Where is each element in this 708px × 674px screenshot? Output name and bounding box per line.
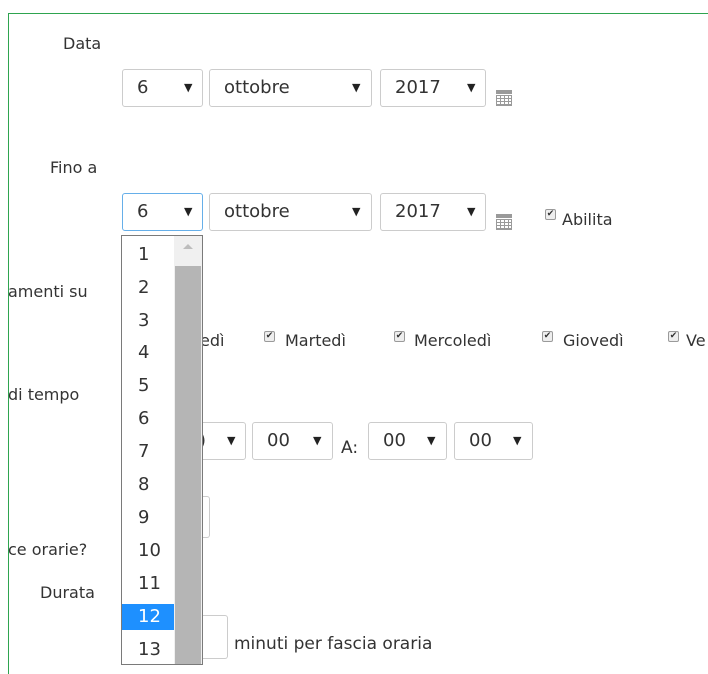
dropdown-option[interactable]: 7 [122, 439, 174, 465]
dropdown-scrollbar[interactable] [174, 236, 202, 664]
durata-label: Durata [40, 583, 95, 602]
to-hour-value: 00 [383, 430, 406, 451]
dropdown-option[interactable]: 11 [122, 571, 174, 597]
dropdown-option[interactable]: 6 [122, 406, 174, 432]
day-martedi-label: Martedì [285, 331, 346, 350]
fino-month-value: ottobre [224, 201, 290, 222]
day-mercoledi-label: Mercoledì [414, 331, 492, 350]
data-label: Data [63, 34, 102, 53]
dropdown-option[interactable]: 2 [122, 275, 174, 301]
fino-month-select[interactable]: ottobre ▼ [209, 193, 372, 231]
day-lunedi-label: edì [200, 331, 225, 350]
repeat-label: amenti su [8, 282, 88, 301]
giovedi-checkbox[interactable]: ✔ [542, 331, 553, 342]
martedi-checkbox[interactable]: ✔ [264, 331, 275, 342]
chevron-down-icon: ▼ [352, 205, 361, 218]
fino-year-value: 2017 [395, 201, 441, 222]
chevron-down-icon: ▼ [352, 81, 361, 94]
dropdown-option[interactable]: 4 [122, 340, 174, 366]
to-label: A: [341, 438, 359, 458]
mercoledi-checkbox[interactable]: ✔ [394, 331, 405, 342]
abilita-checkbox[interactable]: ✔ [545, 209, 556, 220]
calendar-icon[interactable] [496, 90, 512, 106]
day-venerdi-label: Ve [686, 331, 706, 350]
dropdown-option-selected[interactable]: 12 [122, 604, 174, 630]
day-dropdown-list[interactable]: 1 2 3 4 5 6 7 8 9 10 11 12 13 [121, 235, 203, 665]
to-minute-value: 00 [469, 430, 492, 451]
day-giovedi-label: Giovedì [563, 331, 624, 350]
fino-day-select[interactable]: 6 ▼ [122, 193, 203, 231]
scroll-up-icon[interactable] [183, 244, 193, 249]
fino-year-select[interactable]: 2017 ▼ [380, 193, 486, 231]
dropdown-option[interactable]: 3 [122, 308, 174, 334]
slots-label: ce orarie? [8, 540, 88, 559]
fino-a-label: Fino a [50, 158, 98, 177]
dropdown-option[interactable]: 5 [122, 373, 174, 399]
chevron-down-icon: ▼ [184, 205, 193, 218]
data-month-select[interactable]: ottobre ▼ [209, 69, 372, 107]
chevron-down-icon: ▼ [184, 81, 193, 94]
data-day-value: 6 [137, 77, 149, 98]
time-range-label: di tempo [8, 385, 80, 404]
fino-day-value: 6 [137, 201, 149, 222]
scroll-thumb[interactable] [175, 266, 201, 664]
to-hour-select[interactable]: 00 ▼ [368, 422, 447, 460]
chevron-down-icon: ▼ [467, 81, 476, 94]
to-minute-select[interactable]: 00 ▼ [454, 422, 533, 460]
venerdi-checkbox[interactable]: ✔ [668, 331, 679, 342]
from-minute-select[interactable]: 00 ▼ [252, 422, 333, 460]
duration-suffix: minuti per fascia oraria [234, 634, 433, 654]
abilita-label: Abilita [562, 210, 613, 229]
chevron-down-icon: ▼ [427, 434, 436, 447]
dropdown-option[interactable]: 10 [122, 538, 174, 564]
data-month-value: ottobre [224, 77, 290, 98]
dropdown-option[interactable]: 1 [122, 242, 174, 268]
chevron-down-icon: ▼ [313, 434, 322, 447]
from-minute-value: 00 [267, 430, 290, 451]
chevron-down-icon: ▼ [227, 434, 236, 447]
dropdown-option[interactable]: 13 [122, 637, 174, 663]
dropdown-option[interactable]: 8 [122, 472, 174, 498]
data-year-select[interactable]: 2017 ▼ [380, 69, 486, 107]
calendar-icon[interactable] [496, 214, 512, 230]
chevron-down-icon: ▼ [513, 434, 522, 447]
chevron-down-icon: ▼ [467, 205, 476, 218]
dropdown-option[interactable]: 9 [122, 505, 174, 531]
data-day-select[interactable]: 6 ▼ [122, 69, 203, 107]
data-year-value: 2017 [395, 77, 441, 98]
